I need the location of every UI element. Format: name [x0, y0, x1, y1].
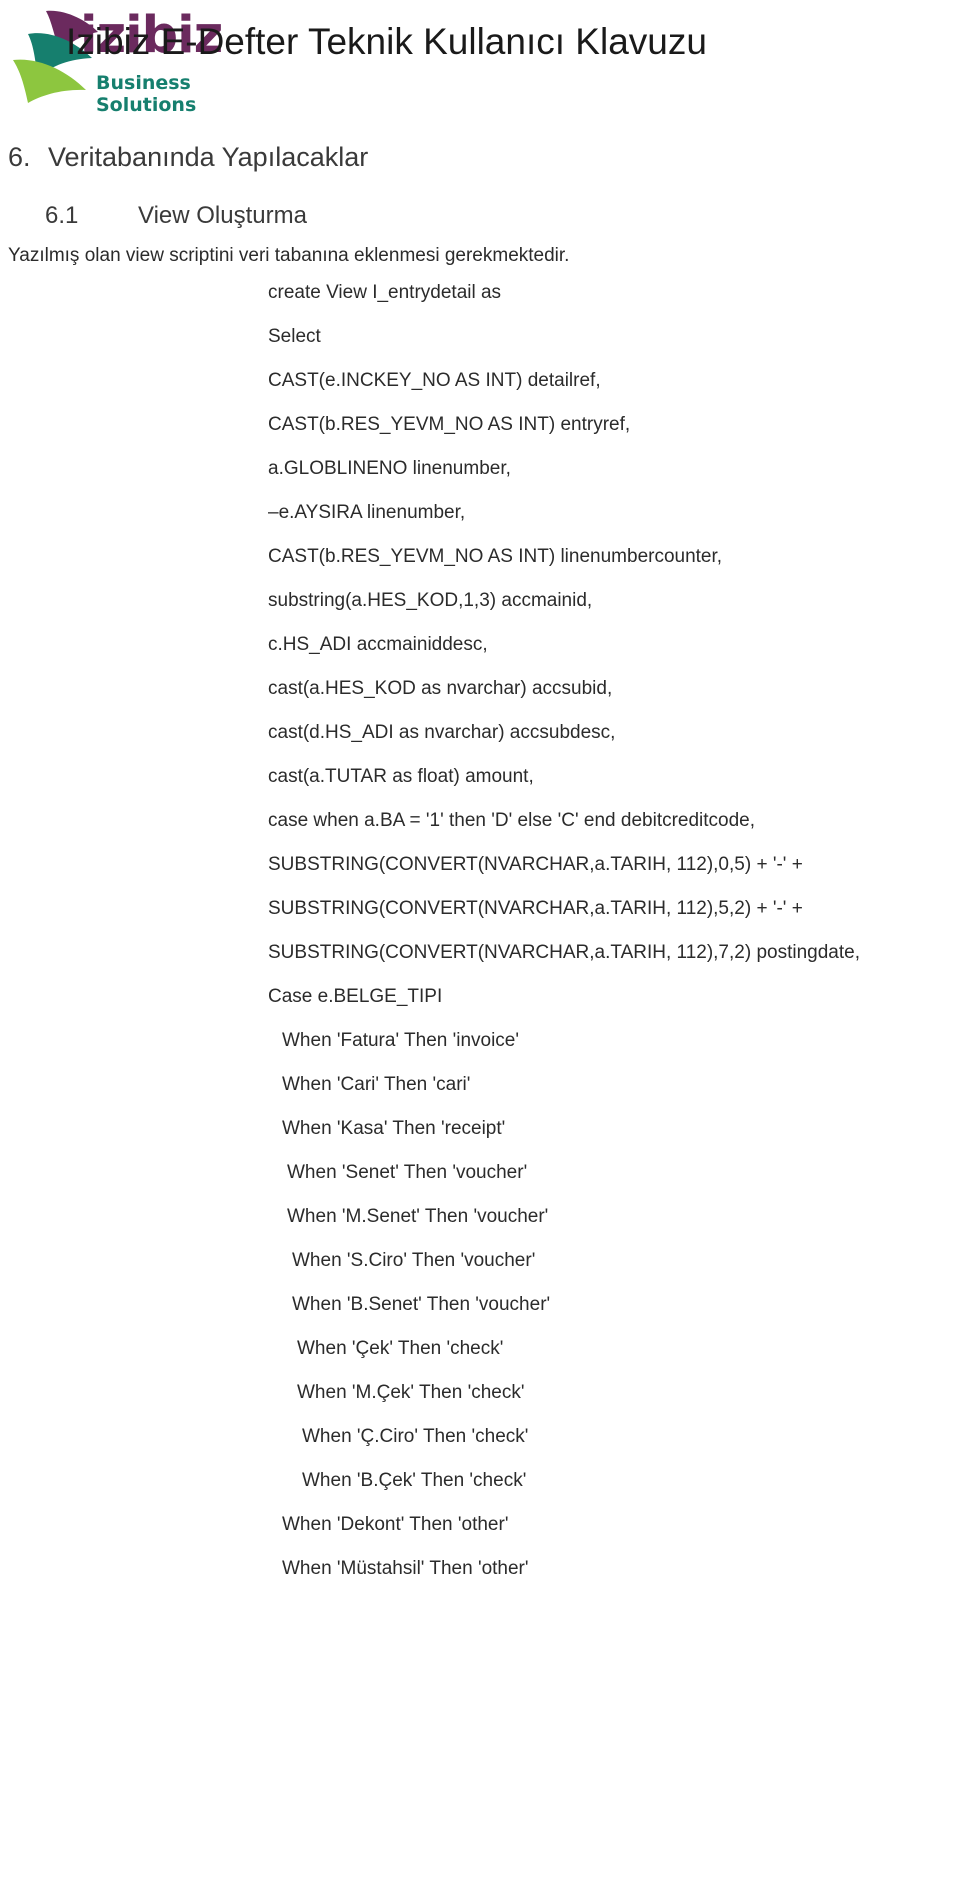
code-line: substring(a.HES_KOD,1,3) accmainid, — [0, 589, 960, 633]
code-line-text: c.HS_ADI accmainiddesc, — [268, 634, 488, 655]
code-line: cast(a.TUTAR as float) amount, — [0, 765, 960, 809]
document-title: Izibiz E-Defter Teknik Kullanıcı Klavuzu — [66, 21, 707, 62]
code-line-text: When 'Müstahsil' Then 'other' — [282, 1558, 529, 1579]
subsection-title: View Oluşturma — [138, 202, 307, 229]
code-line-text: When 'Ç.Ciro' Then 'check' — [302, 1426, 529, 1447]
logo-tagline-text: Business Solutions — [96, 72, 197, 116]
code-line: When 'M.Senet' Then 'voucher' — [0, 1205, 960, 1249]
page-header: izibiz Business Solutions Izibiz E-Defte… — [0, 0, 960, 116]
subsection-number: 6.1 — [45, 202, 79, 229]
code-line: create View I_entrydetail as — [0, 281, 960, 325]
code-line-text: CAST(b.RES_YEVM_NO AS INT) entryref, — [268, 414, 631, 435]
code-line: When 'S.Ciro' Then 'voucher' — [0, 1249, 960, 1293]
code-line-text: substring(a.HES_KOD,1,3) accmainid, — [268, 590, 593, 611]
code-line-text: cast(a.TUTAR as float) amount, — [268, 766, 534, 787]
code-line-text: cast(a.HES_KOD as nvarchar) accsubid, — [268, 678, 613, 699]
code-line: c.HS_ADI accmainiddesc, — [0, 633, 960, 677]
code-line-text: When 'Fatura' Then 'invoice' — [282, 1030, 519, 1051]
code-line: When 'B.Çek' Then 'check' — [0, 1469, 960, 1513]
code-line-text: When 'B.Çek' Then 'check' — [302, 1470, 527, 1491]
code-line: When 'M.Çek' Then 'check' — [0, 1381, 960, 1425]
code-line: CAST(b.RES_YEVM_NO AS INT) linenumbercou… — [0, 545, 960, 589]
code-line-text: When 'M.Senet' Then 'voucher' — [287, 1206, 549, 1227]
code-line-text: Case e.BELGE_TIPI — [268, 986, 443, 1007]
code-line: –e.AYSIRA linenumber, — [0, 501, 960, 545]
code-line-text: CAST(e.INCKEY_NO AS INT) detailref, — [268, 370, 601, 391]
code-line: SUBSTRING(CONVERT(NVARCHAR,a.TARIH, 112)… — [0, 941, 960, 985]
code-line-text: SUBSTRING(CONVERT(NVARCHAR,a.TARIH, 112)… — [268, 898, 803, 919]
code-line-text: Select — [268, 326, 321, 347]
code-line: When 'Çek' Then 'check' — [0, 1337, 960, 1381]
sql-script-block: create View I_entrydetail as Select CAST(e… — [0, 281, 960, 1601]
section-heading: 6. Veritabanında Yapılacaklar — [8, 140, 368, 174]
section-title: Veritabanında Yapılacaklar — [48, 142, 369, 172]
code-line-text: When 'Çek' Then 'check' — [297, 1338, 504, 1359]
subsection-heading: 6.1 View Oluşturma — [45, 200, 307, 232]
code-line: SUBSTRING(CONVERT(NVARCHAR,a.TARIH, 112)… — [0, 853, 960, 897]
code-line-text: When 'Dekont' Then 'other' — [282, 1514, 509, 1535]
document-page: izibiz Business Solutions Izibiz E-Defte… — [0, 0, 960, 1887]
code-line: cast(a.HES_KOD as nvarchar) accsubid, — [0, 677, 960, 721]
code-line: SUBSTRING(CONVERT(NVARCHAR,a.TARIH, 112)… — [0, 897, 960, 941]
section-number: 6. — [8, 142, 31, 172]
code-line-text: SUBSTRING(CONVERT(NVARCHAR,a.TARIH, 112)… — [268, 854, 803, 875]
code-line-text: a.GLOBLINENO linenumber, — [268, 458, 511, 479]
code-line-text: When 'B.Senet' Then 'voucher' — [292, 1294, 551, 1315]
code-line: CAST(e.INCKEY_NO AS INT) detailref, — [0, 369, 960, 413]
logo-tagline: Business Solutions — [96, 72, 263, 116]
code-line: When 'Senet' Then 'voucher' — [0, 1161, 960, 1205]
code-line-text: When 'M.Çek' Then 'check' — [297, 1382, 525, 1403]
code-line: When 'Fatura' Then 'invoice' — [0, 1029, 960, 1073]
code-line: cast(d.HS_ADI as nvarchar) accsubdesc, — [0, 721, 960, 765]
code-line: a.GLOBLINENO linenumber, — [0, 457, 960, 501]
code-line-text: CAST(b.RES_YEVM_NO AS INT) linenumbercou… — [268, 546, 723, 567]
code-line-text: When 'Senet' Then 'voucher' — [287, 1162, 528, 1183]
code-line-text: case when a.BA = '1' then 'D' else 'C' e… — [268, 810, 756, 831]
code-line: When 'Dekont' Then 'other' — [0, 1513, 960, 1557]
code-line-text: create View I_entrydetail as — [268, 282, 502, 303]
code-line-text: SUBSTRING(CONVERT(NVARCHAR,a.TARIH, 112)… — [268, 942, 860, 963]
code-line: When 'B.Senet' Then 'voucher' — [0, 1293, 960, 1337]
code-line: case when a.BA = '1' then 'D' else 'C' e… — [0, 809, 960, 853]
code-line-text: When 'S.Ciro' Then 'voucher' — [292, 1250, 536, 1271]
code-line-text: cast(d.HS_ADI as nvarchar) accsubdesc, — [268, 722, 616, 743]
code-line: When 'Müstahsil' Then 'other' — [0, 1557, 960, 1601]
code-line: Case e.BELGE_TIPI — [0, 985, 960, 1029]
code-line: When 'Ç.Ciro' Then 'check' — [0, 1425, 960, 1469]
code-line-text: When 'Cari' Then 'cari' — [282, 1074, 471, 1095]
code-line: When 'Cari' Then 'cari' — [0, 1073, 960, 1117]
intro-paragraph: Yazılmış olan view scriptini veri tabanı… — [8, 245, 570, 266]
code-line: Select — [0, 325, 960, 369]
code-line: CAST(b.RES_YEVM_NO AS INT) entryref, — [0, 413, 960, 457]
code-line-text: –e.AYSIRA linenumber, — [268, 502, 466, 523]
code-line-text: When 'Kasa' Then 'receipt' — [282, 1118, 506, 1139]
code-line: When 'Kasa' Then 'receipt' — [0, 1117, 960, 1161]
